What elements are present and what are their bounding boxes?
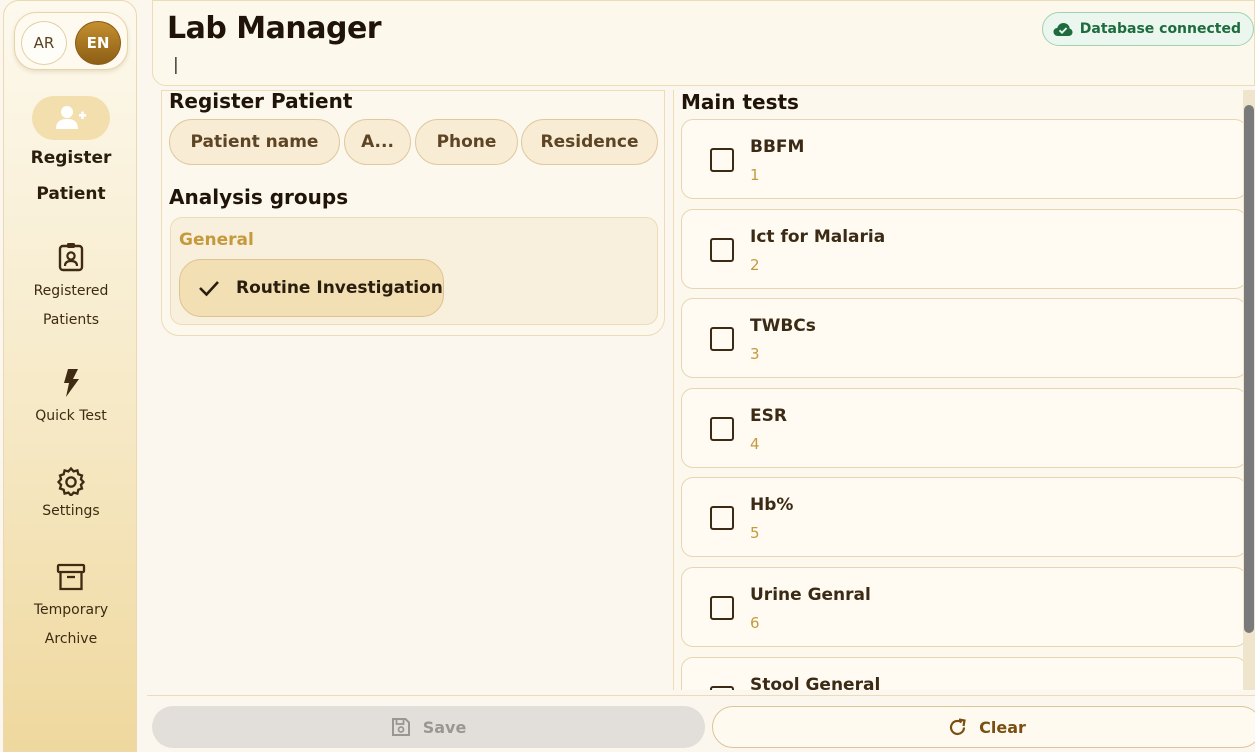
test-item[interactable]: Stool General 7 [681, 657, 1247, 690]
test-name: ESR [750, 406, 787, 426]
sidebar-item-quick-test[interactable]: Quick Test [4, 368, 138, 431]
id-badge-icon [58, 243, 84, 272]
test-item[interactable]: ESR 4 [681, 388, 1247, 468]
routine-investigation-chip[interactable]: Routine Investigation [179, 259, 444, 317]
test-name: TWBCs [750, 316, 816, 336]
residence-field[interactable]: Residence [521, 119, 658, 165]
sidebar-item-register-patient[interactable]: Register Patient [4, 96, 138, 212]
test-item[interactable]: Urine Genral 6 [681, 567, 1247, 647]
app-header: Lab Manager | Database connected [152, 0, 1255, 86]
chip-label: Routine Investigation [236, 278, 443, 298]
action-bar: Save Clear [147, 695, 1255, 752]
gear-icon [56, 466, 86, 496]
cloud-check-icon [1053, 22, 1073, 36]
phone-placeholder: Phone [436, 132, 497, 152]
test-number: 2 [750, 256, 760, 274]
test-checkbox[interactable] [710, 506, 734, 530]
test-item[interactable]: Hb% 5 [681, 477, 1247, 557]
test-checkbox[interactable] [710, 238, 734, 262]
language-switch: AR EN [14, 12, 128, 70]
test-checkbox[interactable] [710, 327, 734, 351]
age-placeholder: A... [361, 132, 394, 152]
sidebar-item-temporary-archive[interactable]: Temporary Archive [4, 562, 138, 654]
main-tests-panel: Main tests BBFM 1 Ict for Malaria 2 TWBC… [673, 90, 1255, 690]
test-checkbox[interactable] [710, 686, 734, 690]
main-tests-title: Main tests [681, 90, 799, 114]
sidebar-item-label: Patient [36, 184, 106, 204]
save-label: Save [422, 717, 467, 737]
clear-button[interactable]: Clear [712, 706, 1255, 748]
sidebar-item-label: Temporary [33, 602, 109, 618]
test-number: 4 [750, 435, 760, 453]
save-button[interactable]: Save [152, 706, 705, 748]
phone-field[interactable]: Phone [415, 119, 518, 165]
test-checkbox[interactable] [710, 148, 734, 172]
scrollbar-thumb[interactable] [1244, 105, 1254, 633]
lang-ar-button[interactable]: AR [21, 21, 67, 65]
check-icon [199, 281, 219, 297]
residence-placeholder: Residence [540, 132, 639, 152]
sidebar-item-label: Patients [42, 312, 100, 328]
test-name: Urine Genral [750, 585, 871, 605]
sidebar-item-label: Registered [33, 283, 109, 299]
sidebar-item-label: Settings [42, 503, 100, 519]
test-number: 3 [750, 345, 760, 363]
sidebar-item-registered-patients[interactable]: Registered Patients [4, 242, 138, 335]
test-name: BBFM [750, 137, 805, 157]
nav-active-indicator [32, 96, 110, 140]
test-checkbox[interactable] [710, 596, 734, 620]
text-cursor: | [173, 55, 179, 75]
database-status-label: Database connected [1079, 21, 1241, 37]
register-patient-panel: Register Patient Patient name A... Phone… [161, 89, 665, 336]
test-number: 6 [750, 614, 760, 632]
register-patient-title: Register Patient [169, 89, 353, 113]
add-user-icon [56, 106, 86, 129]
floppy-disk-icon [391, 718, 410, 736]
sidebar-item-settings[interactable]: Settings [4, 466, 138, 526]
test-name: Ict for Malaria [750, 227, 886, 247]
app-title: Lab Manager [167, 11, 382, 46]
refresh-icon [950, 717, 966, 735]
age-field[interactable]: A... [344, 119, 411, 165]
test-name: Stool General [750, 675, 881, 690]
analysis-groups-title: Analysis groups [169, 185, 349, 209]
sidebar-item-label: Register [30, 148, 112, 168]
bolt-icon [64, 369, 79, 397]
test-item[interactable]: TWBCs 3 [681, 298, 1247, 378]
archive-icon [56, 563, 86, 591]
clear-label: Clear [979, 717, 1026, 737]
test-number: 5 [750, 524, 760, 542]
test-item[interactable]: Ict for Malaria 2 [681, 209, 1247, 289]
sidebar-item-label: Quick Test [35, 408, 107, 424]
sidebar-item-label: Archive [44, 631, 98, 647]
lang-en-button[interactable]: EN [75, 21, 121, 65]
analysis-group-general: General Routine Investigation [170, 217, 658, 325]
group-title: General [179, 230, 254, 250]
test-checkbox[interactable] [710, 417, 734, 441]
test-name: Hb% [750, 495, 794, 515]
test-number: 1 [750, 166, 760, 184]
patient-name-field[interactable]: Patient name [169, 119, 340, 165]
test-item[interactable]: BBFM 1 [681, 119, 1247, 199]
sidebar: AR EN Register Patient Registered Patien… [3, 0, 137, 752]
patient-name-placeholder: Patient name [190, 132, 319, 152]
database-status-badge: Database connected [1041, 12, 1254, 46]
